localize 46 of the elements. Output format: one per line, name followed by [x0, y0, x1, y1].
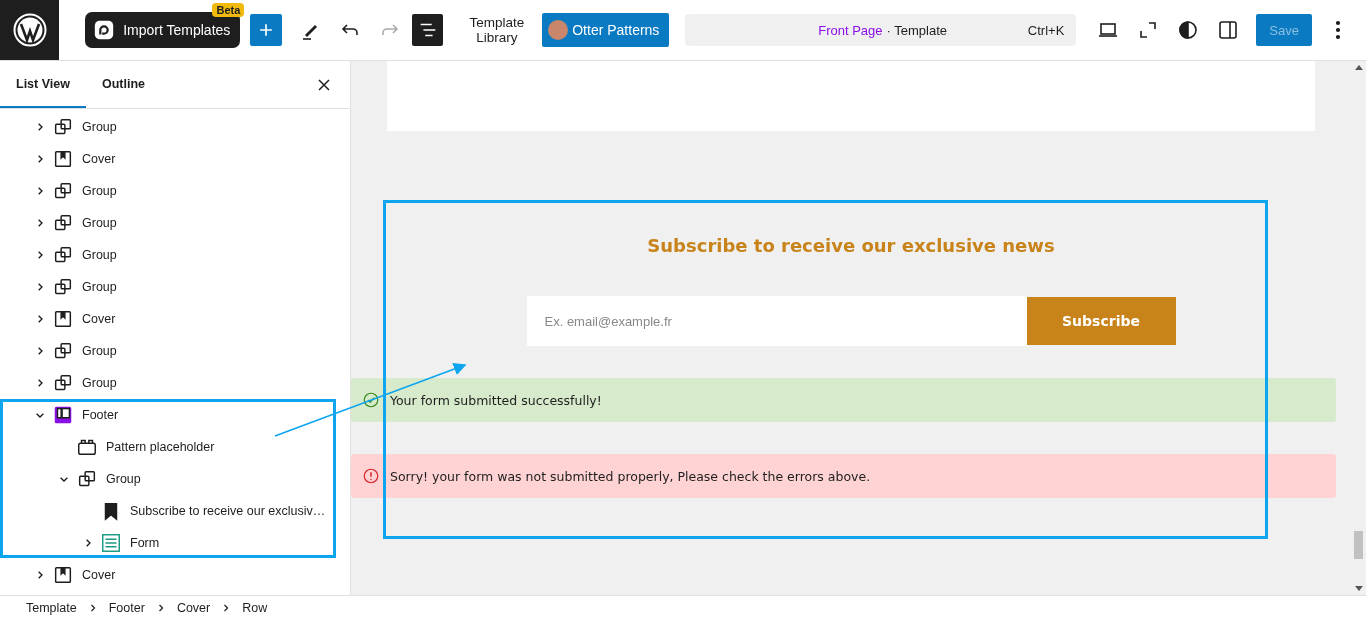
shortcut-hint: Ctrl+K — [1027, 22, 1065, 38]
check-circle-icon — [362, 391, 380, 409]
footer-icon — [52, 404, 74, 426]
cover-icon — [52, 564, 74, 586]
list-view-item[interactable]: Group — [0, 367, 350, 399]
scroll-up-icon[interactable] — [1354, 65, 1363, 70]
list-view-item[interactable]: Group — [0, 335, 350, 367]
scroll-thumb[interactable] — [1354, 531, 1363, 559]
email-field[interactable]: Ex. email@example.fr — [526, 296, 1027, 346]
notice-message: Your form submitted successfully! — [390, 392, 602, 408]
list-view-item[interactable]: Pattern placeholder — [0, 431, 350, 463]
form-icon — [100, 532, 122, 554]
alert-circle-icon — [362, 467, 380, 485]
template-logo-icon — [93, 19, 116, 41]
list-view-item[interactable]: Group — [0, 111, 350, 143]
cover-icon — [52, 148, 74, 170]
breadcrumb-link[interactable]: Row — [234, 601, 276, 615]
list-view-item[interactable]: Group — [0, 271, 350, 303]
list-view-item[interactable]: Subscribe to receive our exclusiv… — [0, 495, 350, 527]
list-view-item[interactable]: Group — [0, 175, 350, 207]
scroll-down-icon[interactable] — [1354, 586, 1363, 591]
command-bar[interactable]: Front Page · Template Ctrl+K — [685, 14, 1077, 46]
breadcrumb-link[interactable]: Footer — [100, 601, 153, 615]
document-type: · Template — [886, 22, 947, 38]
otter-patterns-button[interactable]: Otter Patterns — [542, 13, 670, 47]
list-view-item[interactable]: Group — [0, 463, 350, 495]
list-view-item[interactable]: Group — [0, 207, 350, 239]
template-library-button[interactable]: Template Library — [461, 15, 533, 45]
list-view-item[interactable]: Footer — [0, 399, 350, 431]
wordpress-logo[interactable] — [0, 0, 60, 60]
list-view-item[interactable]: Group — [0, 239, 350, 271]
list-view-button[interactable] — [411, 14, 444, 46]
sidebar-tab[interactable]: List View — [0, 61, 86, 108]
list-view-item[interactable]: Cover — [0, 303, 350, 335]
list-view-item[interactable]: Cover — [0, 143, 350, 175]
document-title[interactable]: Front Page — [818, 22, 883, 38]
add-block-button[interactable] — [250, 14, 282, 46]
notice-message: Sorry! your form was not submitted properly, Please check the errors above. — [390, 468, 871, 484]
subscribe-heading: Subscribe to receive our exclusive news — [647, 235, 1055, 256]
cover-icon — [52, 308, 74, 330]
breadcrumb-link[interactable]: Template — [18, 601, 85, 615]
list-view-item[interactable]: Cover — [0, 559, 350, 591]
breadcrumb-link[interactable]: Cover — [168, 601, 219, 615]
sidebar-tab[interactable]: Outline — [85, 61, 162, 108]
beta-badge: Beta — [212, 3, 245, 17]
list-view-item[interactable]: Form — [0, 527, 350, 559]
